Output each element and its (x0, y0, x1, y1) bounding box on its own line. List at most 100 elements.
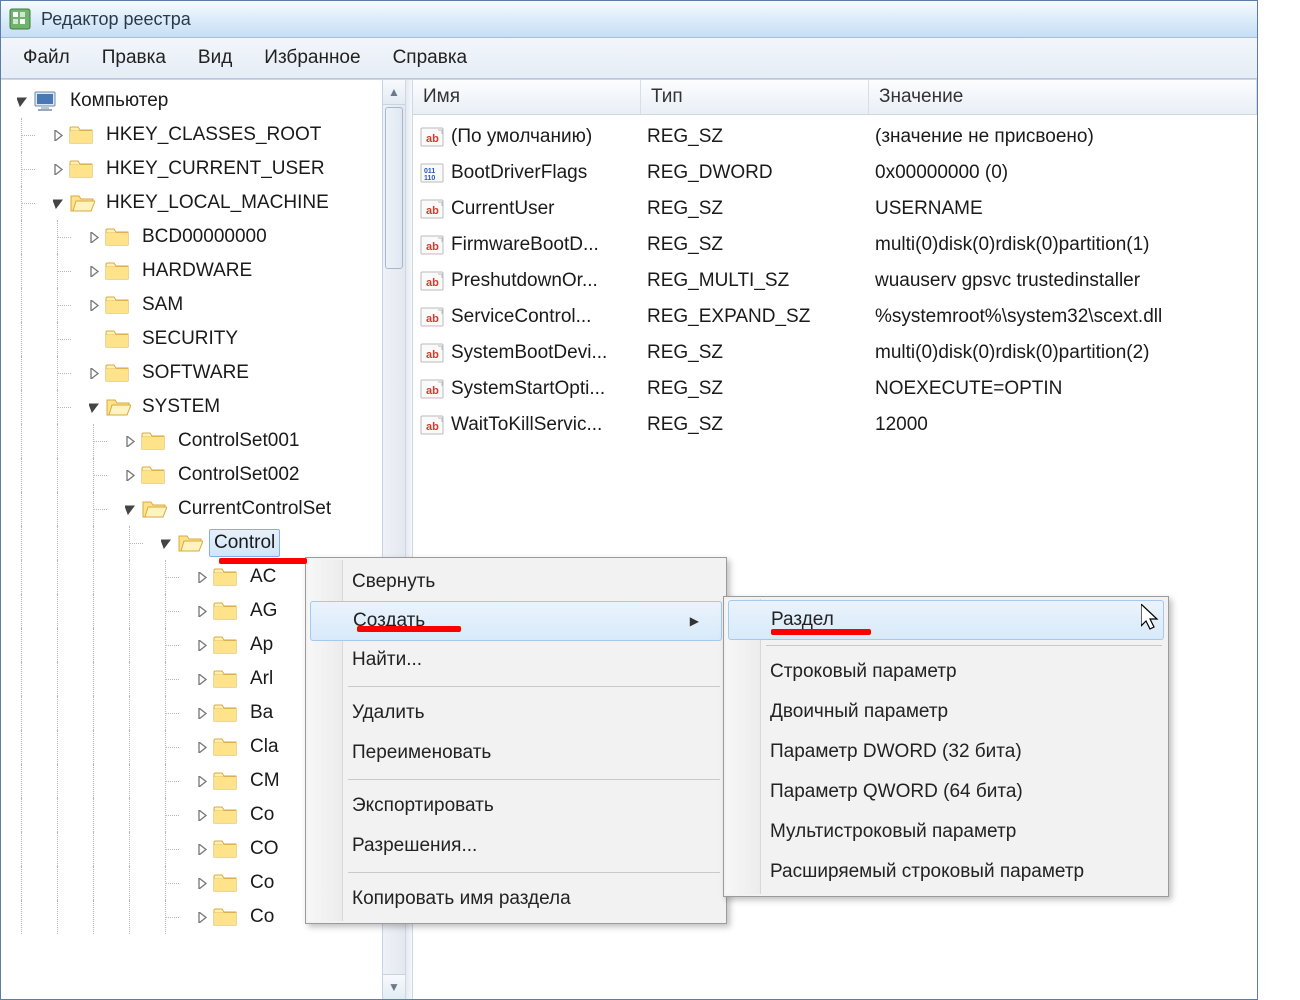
expand-icon[interactable] (193, 568, 211, 586)
computer-icon (33, 88, 59, 114)
submenu-item[interactable]: Строковый параметр (726, 652, 1166, 692)
tree-node[interactable]: HKEY_CURRENT_USER (3, 152, 383, 186)
tree-node[interactable]: SOFTWARE (3, 356, 383, 390)
submenu-item[interactable]: Параметр DWORD (32 бита) (726, 732, 1166, 772)
menu-item-label: Разрешения... (352, 835, 477, 857)
menu-view[interactable]: Вид (182, 43, 248, 73)
scroll-down-icon[interactable]: ▼ (383, 974, 405, 999)
context-menu-item[interactable]: Экспортировать (308, 786, 724, 826)
folder-open-icon (177, 530, 203, 556)
context-menu-item[interactable]: Создать▶ (310, 601, 722, 641)
context-menu-item[interactable]: Найти... (308, 640, 724, 680)
expand-icon[interactable] (85, 296, 103, 314)
tree-node[interactable]: Control (3, 526, 383, 560)
reg-binary-icon (419, 160, 445, 186)
value-row[interactable]: BootDriverFlagsREG_DWORD0x00000000 (0) (413, 155, 1257, 191)
expand-icon[interactable] (193, 874, 211, 892)
tree-label: CO (245, 835, 284, 863)
value-row[interactable]: CurrentUserREG_SZUSERNAME (413, 191, 1257, 227)
expand-icon[interactable] (49, 126, 67, 144)
submenu-item[interactable]: Мультистроковый параметр (726, 812, 1166, 852)
expand-icon[interactable] (193, 602, 211, 620)
expand-icon[interactable] (121, 432, 139, 450)
value-row[interactable]: (По умолчанию)REG_SZ(значение не присвое… (413, 119, 1257, 155)
scroll-thumb[interactable] (385, 107, 403, 269)
expand-icon[interactable] (193, 772, 211, 790)
collapse-icon[interactable] (49, 194, 67, 212)
value-data: 0x00000000 (0) (875, 162, 1257, 184)
value-row[interactable]: FirmwareBootD...REG_SZmulti(0)disk(0)rdi… (413, 227, 1257, 263)
tree-node[interactable]: SECURITY (3, 322, 383, 356)
tree-node[interactable]: BCD00000000 (3, 220, 383, 254)
menu-help[interactable]: Справка (377, 43, 484, 73)
context-submenu-new[interactable]: РазделСтроковый параметрДвоичный парамет… (723, 596, 1169, 897)
collapse-icon[interactable] (157, 534, 175, 552)
tree-node[interactable]: HKEY_LOCAL_MACHINE (3, 186, 383, 220)
expand-icon[interactable] (85, 364, 103, 382)
tree-label: HKEY_CLASSES_ROOT (101, 121, 326, 149)
expand-icon[interactable] (193, 670, 211, 688)
col-header-name[interactable]: Имя (413, 80, 641, 114)
submenu-item[interactable]: Двоичный параметр (726, 692, 1166, 732)
tree-label: Ap (245, 631, 278, 659)
context-menu-item[interactable]: Переименовать (308, 733, 724, 773)
menu-edit[interactable]: Правка (86, 43, 182, 73)
tree-node[interactable]: SAM (3, 288, 383, 322)
collapse-icon[interactable] (85, 398, 103, 416)
tree-node-computer[interactable]: Компьютер (3, 84, 383, 118)
expand-icon[interactable] (193, 738, 211, 756)
tree-label: CM (245, 767, 285, 795)
value-type: REG_SZ (647, 234, 875, 256)
col-header-value[interactable]: Значение (869, 80, 1257, 114)
context-menu-item[interactable]: Свернуть (308, 562, 724, 602)
folder-icon (69, 156, 95, 182)
expand-icon[interactable] (193, 806, 211, 824)
context-menu-item[interactable]: Копировать имя раздела (308, 879, 724, 919)
menu-item-label: Переименовать (352, 742, 491, 764)
context-menu-item[interactable]: Разрешения... (308, 826, 724, 866)
expand-icon[interactable] (121, 466, 139, 484)
no-expand-icon (85, 330, 103, 348)
value-name: (По умолчанию) (451, 126, 647, 148)
expand-icon[interactable] (85, 228, 103, 246)
collapse-icon[interactable] (13, 92, 31, 110)
tree-node[interactable]: SYSTEM (3, 390, 383, 424)
tree-node[interactable]: CurrentControlSet (3, 492, 383, 526)
expand-icon[interactable] (85, 262, 103, 280)
expand-icon[interactable] (49, 160, 67, 178)
value-row[interactable]: SystemStartOpti...REG_SZ NOEXECUTE=OPTIN (413, 371, 1257, 407)
folder-icon (213, 598, 239, 624)
expand-icon[interactable] (193, 908, 211, 926)
tree-node[interactable]: ControlSet002 (3, 458, 383, 492)
title-bar[interactable]: Редактор реестра (1, 1, 1257, 38)
col-header-type[interactable]: Тип (641, 80, 869, 114)
folder-icon (213, 564, 239, 590)
scroll-up-icon[interactable]: ▲ (383, 80, 405, 105)
tree-node[interactable]: HKEY_CLASSES_ROOT (3, 118, 383, 152)
annotation-underline (357, 626, 461, 632)
tree-node[interactable]: HARDWARE (3, 254, 383, 288)
collapse-icon[interactable] (121, 500, 139, 518)
context-menu-item[interactable]: Удалить (308, 693, 724, 733)
menu-item-label: Мультистроковый параметр (770, 821, 1016, 843)
value-data: 12000 (875, 414, 1257, 436)
expand-icon[interactable] (193, 636, 211, 654)
value-row[interactable]: PreshutdownOr...REG_MULTI_SZwuauserv gps… (413, 263, 1257, 299)
context-menu[interactable]: СвернутьСоздать▶Найти... Удалить Переимено… (305, 557, 727, 924)
tree-label: AC (245, 563, 281, 591)
value-row[interactable]: ServiceControl...REG_EXPAND_SZ%systemroo… (413, 299, 1257, 335)
tree-label: ControlSet001 (173, 427, 304, 455)
value-row[interactable]: SystemBootDevi...REG_SZmulti(0)disk(0)rd… (413, 335, 1257, 371)
menu-item-label: Экспортировать (352, 795, 494, 817)
list-header: Имя Тип Значение (413, 80, 1257, 115)
annotation-underline (771, 629, 871, 635)
expand-icon[interactable] (193, 840, 211, 858)
menu-file[interactable]: Файл (7, 43, 86, 73)
expand-icon[interactable] (193, 704, 211, 722)
value-row[interactable]: WaitToKillServic...REG_SZ12000 (413, 407, 1257, 443)
submenu-item[interactable]: Расширяемый строковый параметр (726, 852, 1166, 892)
tree-label: SECURITY (137, 325, 243, 353)
menu-favorites[interactable]: Избранное (248, 43, 376, 73)
tree-node[interactable]: ControlSet001 (3, 424, 383, 458)
submenu-item[interactable]: Параметр QWORD (64 бита) (726, 772, 1166, 812)
